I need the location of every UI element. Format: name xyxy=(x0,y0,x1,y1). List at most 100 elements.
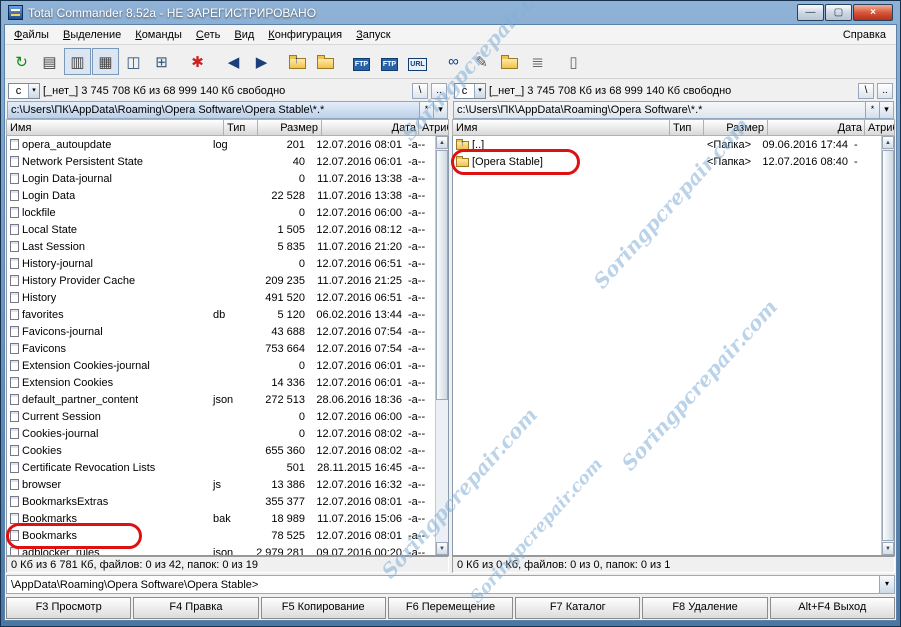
quick-view-button[interactable]: ◫ xyxy=(120,48,147,75)
tree-view-button[interactable]: ⊞ xyxy=(148,48,175,75)
command-line[interactable]: \AppData\Roaming\Opera Software\Opera St… xyxy=(6,575,895,594)
folder-row[interactable]: [..]<Папка>09.06.2016 17:44- xyxy=(453,136,881,153)
command-prompt[interactable]: \AppData\Roaming\Opera Software\Opera St… xyxy=(7,579,879,591)
menu-item-6[interactable]: Конфигурация xyxy=(261,27,349,43)
column-header-name[interactable]: Имя xyxy=(6,119,224,136)
notes-button[interactable]: ≣ xyxy=(524,48,551,75)
file-row[interactable]: Current Session012.07.2016 06:00-a-- xyxy=(7,408,435,425)
file-row[interactable]: Network Persistent State4012.07.2016 06:… xyxy=(7,153,435,170)
refresh-button[interactable]: ↻ xyxy=(8,48,35,75)
scroll-down-icon[interactable]: ▼ xyxy=(882,542,894,555)
right-favorites-button[interactable]: * xyxy=(865,102,879,118)
forward-button[interactable]: ▶ xyxy=(248,48,275,75)
left-scrollbar[interactable]: ▲ ▼ xyxy=(435,136,448,555)
full-view-button[interactable]: ▥ xyxy=(64,48,91,75)
menu-item-5[interactable]: Вид xyxy=(227,27,261,43)
fkey-f4[interactable]: F4 Правка xyxy=(133,597,258,619)
file-row[interactable]: Favicons-journal43 68812.07.2016 07:54-a… xyxy=(7,323,435,340)
name-cell: Login Data-journal xyxy=(7,173,210,185)
file-row[interactable]: Extension Cookies14 33612.07.2016 06:01-… xyxy=(7,374,435,391)
file-row[interactable]: Cookies-journal012.07.2016 08:02-a-- xyxy=(7,425,435,442)
file-row[interactable]: Cookies655 36012.07.2016 08:02-a-- xyxy=(7,442,435,459)
file-row[interactable]: default_partner_contentjson272 51328.06.… xyxy=(7,391,435,408)
file-row[interactable]: Last Session5 83511.07.2016 21:20-a-- xyxy=(7,238,435,255)
column-header-size[interactable]: Размер xyxy=(704,119,768,136)
column-header-date[interactable]: Дата xyxy=(768,119,865,136)
file-row[interactable]: Bookmarksbak18 98911.07.2016 15:06-a-- xyxy=(7,510,435,527)
menu-item-help[interactable]: Справка xyxy=(835,27,894,43)
file-row[interactable]: adblocker_rulesjson2 979 28109.07.2016 0… xyxy=(7,544,435,555)
left-root-button[interactable]: \ xyxy=(412,83,428,99)
command-history-button[interactable]: ▾ xyxy=(879,576,894,593)
column-header-type[interactable]: Тип xyxy=(224,119,258,136)
fkey-f8[interactable]: F8 Удаление xyxy=(642,597,767,619)
minimize-button[interactable]: — xyxy=(797,4,824,21)
column-header-attr[interactable]: Атрибуты xyxy=(419,119,449,136)
file-row[interactable]: History Provider Cache209 23511.07.2016 … xyxy=(7,272,435,289)
search-button[interactable]: ∞ xyxy=(440,48,467,75)
file-row[interactable]: Certificate Revocation Lists50128.11.201… xyxy=(7,459,435,476)
file-row[interactable]: opera_autoupdatelog20112.07.2016 08:01-a… xyxy=(7,136,435,153)
right-root-button[interactable]: \ xyxy=(858,83,874,99)
file-row[interactable]: Login Data22 52811.07.2016 13:38-a-- xyxy=(7,187,435,204)
menu-item-3[interactable]: Команды xyxy=(128,27,189,43)
back-button[interactable]: ◀ xyxy=(220,48,247,75)
file-row[interactable]: Login Data-journal011.07.2016 13:38-a-- xyxy=(7,170,435,187)
scroll-up-icon[interactable]: ▲ xyxy=(882,136,894,149)
url-button[interactable] xyxy=(404,48,431,75)
file-row[interactable]: BookmarksExtras355 37712.07.2016 08:01-a… xyxy=(7,493,435,510)
new-item-button[interactable]: ▯ xyxy=(560,48,587,75)
left-path-bar[interactable]: c:\Users\ПК\AppData\Roaming\Opera Softwa… xyxy=(7,101,448,119)
pack-files-button[interactable]: ✱ xyxy=(184,48,211,75)
right-path-bar[interactable]: c:\Users\ПК\AppData\Roaming\Opera Softwa… xyxy=(453,101,894,119)
menu-item-7[interactable]: Запуск xyxy=(349,27,397,43)
left-drive-combo[interactable]: c ▾ xyxy=(8,83,40,99)
brief-view-button[interactable]: ▤ xyxy=(36,48,63,75)
ftp-url-button[interactable] xyxy=(376,48,403,75)
fkey-alt-f4[interactable]: Alt+F4 Выход xyxy=(770,597,895,619)
file-row[interactable]: browserjs13 38612.07.2016 16:32-a-- xyxy=(7,476,435,493)
right-history-button[interactable]: ▾ xyxy=(879,102,893,118)
file-row[interactable]: History-journal012.07.2016 06:51-a-- xyxy=(7,255,435,272)
column-header-name[interactable]: Имя xyxy=(452,119,670,136)
fkey-f5[interactable]: F5 Копирование xyxy=(261,597,386,619)
column-header-type[interactable]: Тип xyxy=(670,119,704,136)
left-favorites-button[interactable]: * xyxy=(419,102,433,118)
left-scrollbar-thumb[interactable] xyxy=(436,150,448,400)
menu-item-2[interactable]: Выделение xyxy=(56,27,128,43)
fkey-f6[interactable]: F6 Перемещение xyxy=(388,597,513,619)
ftp-connect-button[interactable] xyxy=(348,48,375,75)
menu-item-4[interactable]: Сеть xyxy=(189,27,227,43)
scroll-up-icon[interactable]: ▲ xyxy=(436,136,448,149)
custom-columns-button[interactable]: ▦ xyxy=(92,48,119,75)
file-row[interactable]: Local State1 50512.07.2016 08:12-a-- xyxy=(7,221,435,238)
right-drive-combo[interactable]: c ▾ xyxy=(454,83,486,99)
fkey-f3[interactable]: F3 Просмотр xyxy=(6,597,131,619)
column-header-size[interactable]: Размер xyxy=(258,119,322,136)
file-row[interactable]: History491 52012.07.2016 06:51-a-- xyxy=(7,289,435,306)
file-row[interactable]: Extension Cookies-journal012.07.2016 06:… xyxy=(7,357,435,374)
left-history-button[interactable]: ▾ xyxy=(433,102,447,118)
chevron-down-icon[interactable]: ▾ xyxy=(28,84,39,98)
file-row[interactable]: lockfile012.07.2016 06:00-a-- xyxy=(7,204,435,221)
column-header-attr[interactable]: Атрибуты xyxy=(865,119,895,136)
dir-hotlist-button[interactable] xyxy=(312,48,339,75)
close-button[interactable]: × xyxy=(853,4,893,21)
chevron-down-icon[interactable]: ▾ xyxy=(474,84,485,98)
maximize-button[interactable]: ▢ xyxy=(825,4,852,21)
scroll-down-icon[interactable]: ▼ xyxy=(436,542,448,555)
right-scrollbar[interactable]: ▲ ▼ xyxy=(881,136,894,555)
dir-up-button[interactable] xyxy=(284,48,311,75)
left-up-button[interactable]: .. xyxy=(431,83,447,99)
file-row[interactable]: Favicons753 66412.07.2016 07:54-a-- xyxy=(7,340,435,357)
column-header-date[interactable]: Дата xyxy=(322,119,419,136)
right-up-button[interactable]: .. xyxy=(877,83,893,99)
file-row[interactable]: favoritesdb5 12006.02.2016 13:44-a-- xyxy=(7,306,435,323)
sync-dirs-button[interactable] xyxy=(496,48,523,75)
right-scrollbar-thumb[interactable] xyxy=(882,150,894,541)
multi-rename-button[interactable]: ✎ xyxy=(468,48,495,75)
file-row[interactable]: Bookmarks78 52512.07.2016 08:01-a-- xyxy=(7,527,435,544)
fkey-f7[interactable]: F7 Каталог xyxy=(515,597,640,619)
folder-row[interactable]: [Opera Stable]<Папка>12.07.2016 08:40- xyxy=(453,153,881,170)
menu-item-1[interactable]: Файлы xyxy=(7,27,56,43)
